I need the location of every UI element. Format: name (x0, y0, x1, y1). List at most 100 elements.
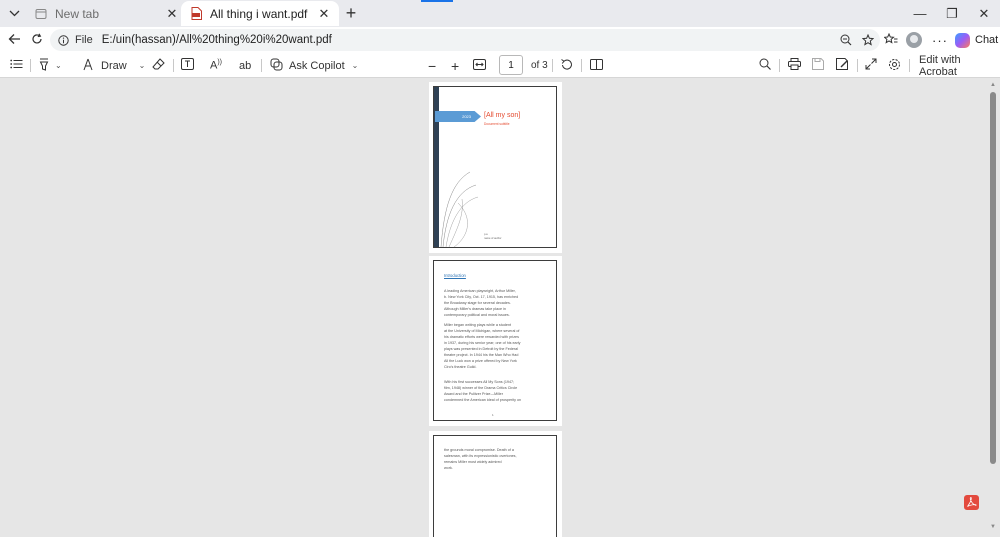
text-box-icon (181, 58, 194, 73)
refresh-button[interactable] (27, 30, 47, 50)
author-line: name of author (484, 236, 502, 240)
save-icon (812, 58, 824, 73)
minimize-button[interactable]: — (904, 0, 936, 27)
rotate-button[interactable] (560, 56, 573, 75)
window-controls: — ❐ ✕ (904, 0, 1000, 27)
chevron-down-icon[interactable]: ⌄ (139, 61, 146, 70)
toolbar-divider (909, 59, 910, 72)
scroll-down-arrow-icon[interactable]: ▼ (990, 524, 996, 530)
eraser-button[interactable] (152, 56, 165, 75)
copilot-chat-button[interactable]: Chat (955, 30, 998, 50)
paragraph: A leading American playwright, Arthur Mi… (444, 289, 519, 317)
highlight-icon (38, 58, 50, 74)
draw-button[interactable]: Draw ⌄ (82, 56, 145, 75)
read-aloud-icon: A)) (210, 59, 223, 72)
close-window-button[interactable]: ✕ (968, 0, 1000, 27)
page-view-button[interactable] (590, 56, 603, 75)
zoom-out-button[interactable]: − (428, 56, 436, 75)
vertical-scrollbar[interactable]: ▲ ▼ (990, 82, 996, 530)
fit-page-icon (473, 58, 486, 73)
tab-actions-menu-button[interactable] (4, 4, 24, 22)
draw-label: Draw (101, 59, 127, 72)
zoom-indicator-icon[interactable] (836, 30, 856, 50)
cover-subtitle: Document subtitle (484, 122, 510, 126)
omnibox[interactable]: File E:/uin(hassan)/All%20thing%20i%20wa… (50, 29, 880, 51)
ask-copilot-label: Ask Copilot (289, 59, 345, 72)
toolbar-divider (581, 59, 582, 72)
toolbar-divider (30, 59, 31, 72)
zoom-out-icon: − (428, 57, 437, 74)
url-text[interactable]: E:/uin(hassan)/All%20thing%20i%20want.pd… (102, 34, 836, 46)
save-as-button[interactable] (836, 56, 849, 75)
page-number: 1 (492, 413, 494, 417)
refresh-icon (31, 33, 43, 48)
translate-button[interactable]: ab (239, 56, 251, 75)
add-text-button[interactable] (181, 56, 194, 75)
highlight-button[interactable]: ⌄ (38, 56, 62, 75)
new-tab-button[interactable]: + (342, 2, 360, 23)
plus-icon: + (345, 2, 357, 23)
acrobat-logo-icon (963, 495, 979, 513)
favorite-star-icon[interactable] (858, 30, 878, 50)
chevron-down-icon (9, 6, 20, 20)
profile-button[interactable] (906, 30, 922, 50)
zoom-in-button[interactable]: + (451, 56, 459, 75)
profile-accent-bar (421, 0, 453, 2)
search-button[interactable] (759, 56, 771, 75)
address-bar: File E:/uin(hassan)/All%20thing%20i%20wa… (0, 27, 1000, 53)
more-menu-button[interactable]: ··· (932, 30, 948, 50)
settings-button[interactable] (888, 56, 901, 75)
cover-author: p.a name of author (484, 233, 501, 240)
back-arrow-icon (8, 33, 21, 48)
fullscreen-button[interactable] (865, 56, 877, 75)
toolbar-divider (173, 59, 174, 72)
draw-icon (82, 58, 94, 74)
cover-title: [All my son] (484, 112, 521, 119)
info-icon[interactable] (56, 33, 70, 47)
tab-title: New tab (55, 6, 100, 21)
tab-strip: New tab All thing i want.pdf ✕ ✕ + — ❐ ✕ (0, 0, 1000, 27)
print-icon (788, 58, 801, 73)
contents-icon (10, 59, 23, 72)
chevron-down-icon[interactable]: ⌄ (352, 61, 359, 70)
fit-page-button[interactable] (473, 56, 486, 75)
new-tab-page-icon (34, 7, 48, 21)
zoom-in-icon: + (451, 57, 460, 74)
ask-copilot-button[interactable]: Ask Copilot ⌄ (270, 56, 358, 75)
read-aloud-button[interactable]: A)) (210, 56, 222, 75)
copilot-logo-icon (955, 32, 970, 48)
contents-button[interactable] (10, 56, 23, 75)
print-button[interactable] (788, 56, 801, 75)
favorites-button[interactable] (883, 30, 898, 50)
back-button[interactable] (4, 30, 24, 50)
search-icon (759, 58, 771, 73)
pdf-page-2: Introduction A leading American playwrig… (429, 256, 562, 426)
fullscreen-icon (865, 58, 877, 73)
copilot-icon (270, 58, 283, 74)
acrobat-button[interactable] (962, 495, 980, 513)
page-number-input[interactable]: 1 (499, 55, 523, 75)
rotate-icon (560, 58, 573, 74)
translate-icon: ab (239, 59, 252, 72)
close-tab-icon[interactable]: ✕ (317, 6, 331, 21)
settings-icon (888, 58, 901, 74)
avatar (906, 32, 922, 48)
scroll-up-arrow-icon[interactable]: ▲ (990, 82, 996, 88)
paragraph: Miller began writing plays while a stude… (444, 323, 521, 369)
chevron-down-icon[interactable]: ⌄ (55, 61, 62, 70)
edit-with-acrobat-button[interactable]: Edit with Acrobat (919, 54, 1000, 78)
pdf-file-icon (189, 7, 203, 21)
toolbar-divider (261, 59, 262, 72)
save-button[interactable] (812, 56, 824, 75)
pdf-viewer[interactable]: 2023 [All my son] Document subtitle p.a … (0, 79, 1000, 537)
cover-year-banner: 2023 (435, 111, 481, 122)
restore-button[interactable]: ❐ (936, 0, 968, 27)
close-tab-icon[interactable]: ✕ (165, 6, 179, 21)
tab-new-tab[interactable]: New tab (26, 1, 181, 26)
page-border: 2023 [All my son] Document subtitle p.a … (433, 86, 557, 248)
page-border: the grounds moral compromise. Death of a… (433, 435, 557, 537)
tab-pdf[interactable]: All thing i want.pdf ✕ (181, 1, 339, 26)
toolbar-divider (552, 59, 553, 72)
chat-label: Chat (975, 34, 999, 46)
scrollbar-thumb[interactable] (990, 92, 996, 464)
